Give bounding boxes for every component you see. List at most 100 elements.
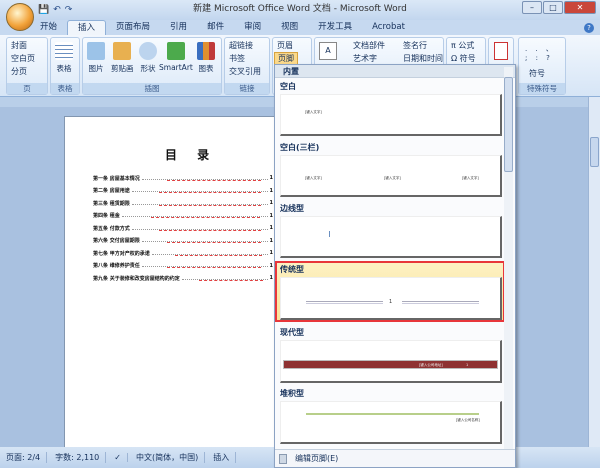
window-title: 新建 Microsoft Office Word 文档 - Microsoft …	[193, 4, 407, 14]
document-page[interactable]: 目 录 第一条 房屋基本情况 1 第二条 房屋用途 1 第三条 租赁期限 1 第四条 …	[64, 116, 304, 456]
language[interactable]: 中文(简体，中国)	[136, 452, 206, 463]
maximize-button[interactable]: □	[543, 1, 563, 14]
signature-line-button[interactable]: 签名行	[403, 40, 427, 51]
table-button[interactable]: 表格	[55, 42, 73, 74]
tab-page-layout[interactable]: 页面布局	[106, 20, 160, 35]
picture-icon	[87, 42, 105, 60]
label: 符号	[459, 54, 476, 63]
tab-acrobat[interactable]: Acrobat	[362, 20, 415, 35]
menu-scroll-thumb[interactable]	[504, 77, 513, 172]
chart-button[interactable]: 图表	[197, 42, 215, 74]
symbol-button[interactable]: Ω 符号	[451, 53, 476, 64]
toc-entry[interactable]: 第九条 关于装修和改变房屋结构的约定 1	[93, 272, 273, 285]
quick-parts-button[interactable]: 文档部件	[353, 40, 385, 51]
special-symbol-button[interactable]: 符号	[529, 68, 545, 79]
option-label: 空白	[280, 82, 296, 91]
toc-entry[interactable]: 第七条 甲方对产权的承诺 1	[93, 247, 273, 260]
chart-icon	[197, 42, 215, 60]
equation-button[interactable]: π 公式	[451, 40, 474, 51]
toc-page: 1	[269, 262, 273, 269]
close-button[interactable]: ✕	[564, 1, 596, 14]
menu-scrollbar[interactable]	[504, 67, 513, 449]
footer-option-blank-3col[interactable]: 空白(三栏) [键入文字] [键入文字] [键入文字]	[277, 141, 503, 197]
pdf-icon[interactable]	[494, 42, 508, 60]
blank-page-button[interactable]: 空白页	[11, 53, 35, 64]
option-label: 边线型	[280, 204, 304, 213]
placeholder-text: [键入文字]	[462, 176, 479, 180]
toc-entry[interactable]: 第二条 房屋用途 1	[93, 185, 273, 198]
table-label: 表格	[56, 64, 72, 73]
insert-mode[interactable]: 插入	[213, 452, 237, 463]
tab-home[interactable]: 开始	[30, 20, 67, 35]
label: SmartArt	[159, 63, 193, 72]
toc-entry[interactable]: 第八条 维修养护责任 1	[93, 260, 273, 273]
date-time-button[interactable]: 日期和时间	[403, 53, 443, 64]
toc-text: 第九条 关于装修和改变房屋结构的约定	[93, 275, 180, 282]
picture-button[interactable]: 图片	[87, 42, 105, 74]
label: 剪贴画	[111, 64, 134, 73]
header-button[interactable]: 页眉	[277, 40, 293, 51]
save-icon[interactable]: 💾	[38, 5, 49, 15]
clipart-button[interactable]: 剪贴画	[111, 42, 134, 74]
group-label: 链接	[225, 83, 269, 94]
quick-access-toolbar: 💾 ↶ ↷	[38, 3, 72, 17]
group-label: 插图	[83, 83, 221, 94]
footer-option-blank[interactable]: 空白 [键入文字]	[277, 80, 503, 136]
toc-entry[interactable]: 第四条 租金 1	[93, 210, 273, 223]
toc-entry[interactable]: 第六条 交付房屋期限 1	[93, 235, 273, 248]
option-label: 堆积型	[280, 389, 304, 398]
label: 图表	[198, 64, 214, 73]
toc-entry[interactable]: 第三条 租赁期限 1	[93, 197, 273, 210]
undo-icon[interactable]: ↶	[53, 5, 61, 15]
toc-text: 第七条 甲方对产权的承诺	[93, 250, 150, 257]
help-icon[interactable]: ?	[584, 23, 594, 33]
toc-title: 目 录	[165, 148, 218, 162]
tab-references[interactable]: 引用	[160, 20, 197, 35]
minimize-button[interactable]: –	[522, 1, 542, 14]
tab-insert[interactable]: 插入	[67, 20, 107, 35]
page-count[interactable]: 页面: 2/4	[6, 452, 48, 463]
footer-option-modern[interactable]: 现代型 [键入公司地址] 1	[277, 326, 503, 383]
page-number: 1	[466, 363, 469, 367]
footer-option-traditional[interactable]: 传统型 1	[275, 261, 505, 322]
redo-icon[interactable]: ↷	[65, 5, 73, 15]
spellcheck-icon[interactable]: ✓	[114, 453, 128, 462]
smartart-button[interactable]: SmartArt	[159, 42, 193, 72]
placeholder-text: [键入公司名称]	[456, 418, 480, 422]
placeholder-text: [键入公司地址]	[419, 363, 443, 367]
page-number: 1	[389, 299, 393, 305]
footer-option-stacked[interactable]: 堆积型 [键入公司名称]	[277, 387, 503, 444]
toc-page: 1	[269, 275, 273, 282]
office-button[interactable]	[6, 3, 34, 31]
footer-option-sideline[interactable]: 边线型	[277, 202, 503, 258]
toc-text: 第五条 付款方式	[93, 225, 130, 232]
toc-entry[interactable]: 第五条 付款方式 1	[93, 222, 273, 235]
wordart-button[interactable]: 艺术字	[353, 53, 377, 64]
scroll-thumb[interactable]	[590, 137, 599, 167]
table-icon	[55, 42, 73, 60]
menu-header: 内置	[275, 65, 515, 78]
tab-review[interactable]: 审阅	[234, 20, 271, 35]
hyperlink-button[interactable]: 超链接	[229, 40, 253, 51]
page-break-button[interactable]: 分页	[11, 66, 27, 77]
tab-view[interactable]: 视图	[271, 20, 308, 35]
special-chars[interactable]: . . 、 ; : ?	[525, 44, 561, 62]
bookmark-button[interactable]: 书签	[229, 53, 245, 64]
edit-footer-label: 编辑页脚(E)	[295, 454, 339, 463]
shapes-button[interactable]: 形状	[139, 42, 157, 74]
cover-page-button[interactable]: 封面	[11, 40, 27, 51]
cross-reference-button[interactable]: 交叉引用	[229, 66, 261, 77]
tab-developer[interactable]: 开发工具	[308, 20, 362, 35]
option-label: 现代型	[280, 328, 304, 337]
toc-page: 1	[269, 200, 273, 207]
shapes-icon	[139, 42, 157, 60]
vertical-scrollbar[interactable]	[588, 97, 600, 447]
toc-entry[interactable]: 第一条 房屋基本情况 1	[93, 172, 273, 185]
tab-mailings[interactable]: 邮件	[197, 20, 234, 35]
textbox-icon[interactable]: A	[319, 42, 337, 60]
word-count[interactable]: 字数: 2,110	[55, 452, 107, 463]
toc-text: 第二条 房屋用途	[93, 188, 130, 195]
group-tables: 表格 表格	[50, 37, 80, 95]
toc-page: 1	[269, 212, 273, 219]
edit-footer-item[interactable]: 编辑页脚(E)	[275, 449, 515, 467]
